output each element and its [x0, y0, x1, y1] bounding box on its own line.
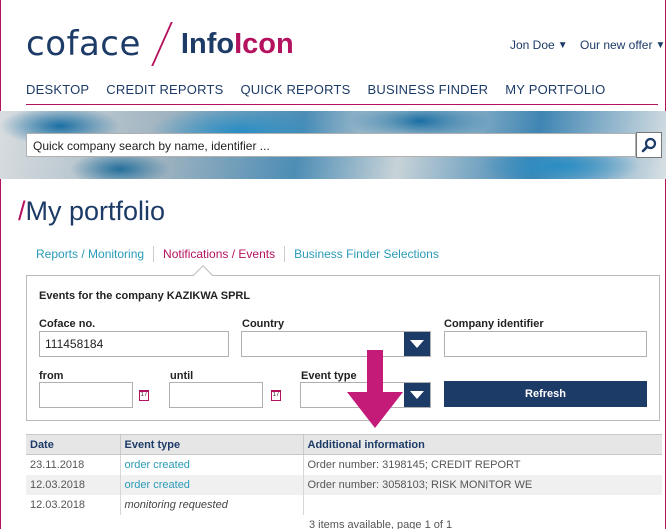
logo-product-icon: Icon [234, 27, 294, 60]
nav-desktop[interactable]: DESKTOP [26, 82, 89, 97]
tab-notifications-events[interactable]: Notifications / Events [163, 247, 275, 261]
pagination-status: 3 items available, page 1 of 1 [309, 519, 453, 529]
logo-product-info: Info [180, 27, 235, 60]
tab-business-finder-selections[interactable]: Business Finder Selections [294, 247, 439, 261]
events-table: Date Event type Additional information 2… [26, 434, 662, 515]
search-icon [641, 137, 657, 153]
logo-slash [151, 22, 173, 66]
page-title: /My portfolio [18, 196, 165, 227]
cell-date: 23.11.2018 [26, 454, 121, 475]
calendar-icon[interactable]: 17 [139, 390, 149, 401]
refresh-button[interactable]: Refresh [444, 381, 647, 407]
company-identifier-label: Company identifier [444, 318, 544, 330]
column-header-event-type[interactable]: Event type [120, 434, 304, 455]
cell-date: 12.03.2018 [26, 494, 121, 515]
user-menu[interactable]: Jon Doe ▼ [510, 38, 568, 52]
coface-no-label: Coface no. [39, 318, 96, 330]
until-date-label: until [170, 370, 194, 382]
main-nav: DESKTOP CREDIT REPORTS QUICK REPORTS BUS… [26, 82, 622, 97]
panel-title: Events for the company KAZIKWA SPRL [39, 290, 251, 302]
cell-event-type[interactable]: order created [120, 474, 304, 495]
company-identifier-input[interactable] [444, 331, 647, 357]
until-date-input[interactable] [169, 382, 263, 408]
logo-brand: coface [26, 24, 141, 64]
search-button[interactable] [636, 132, 662, 158]
from-date-label: from [39, 370, 64, 382]
title-text: My portfolio [25, 196, 166, 226]
nav-my-portfolio[interactable]: MY PORTFOLIO [505, 82, 605, 97]
nav-credit-reports[interactable]: CREDIT REPORTS [106, 82, 223, 97]
cell-event-type[interactable]: order created [120, 454, 304, 475]
table-header-row: Date Event type Additional information [26, 434, 662, 455]
table-row: 23.11.2018 order created Order number: 3… [26, 454, 662, 475]
offer-menu[interactable]: Our new offer ▼ [580, 38, 665, 52]
caret-down-icon: ▼ [557, 39, 568, 51]
nav-divider [26, 104, 658, 105]
tab-reports-monitoring[interactable]: Reports / Monitoring [36, 247, 144, 261]
coface-infoicon-logo[interactable]: coface Info Icon [26, 22, 294, 66]
column-header-date[interactable]: Date [26, 434, 121, 455]
nav-business-finder[interactable]: BUSINESS FINDER [367, 82, 488, 97]
cell-event-type: monitoring requested [120, 494, 304, 515]
from-date-input[interactable] [39, 382, 133, 408]
offer-label: Our new offer [580, 38, 653, 52]
table-row: 12.03.2018 order created Order number: 3… [26, 474, 662, 495]
arrow-down-icon [347, 350, 403, 428]
cell-additional-info: Order number: 3198145; CREDIT REPORT [307, 458, 521, 471]
cell-date: 12.03.2018 [26, 474, 121, 495]
title-slash: / [18, 196, 26, 226]
column-header-additional-info[interactable]: Additional information [303, 434, 662, 455]
portfolio-tabs: Reports / Monitoring Notifications / Eve… [36, 246, 439, 262]
nav-quick-reports[interactable]: QUICK REPORTS [240, 82, 350, 97]
tab-separator [284, 246, 286, 262]
tab-separator [153, 246, 155, 262]
user-name: Jon Doe [510, 38, 555, 52]
table-row: 12.03.2018 monitoring requested [26, 494, 662, 515]
chevron-down-icon [404, 383, 430, 407]
calendar-icon[interactable]: 17 [271, 390, 281, 401]
cell-additional-info: Order number: 3058103; RISK MONITOR WE [303, 474, 662, 495]
country-label: Country [242, 318, 285, 330]
coface-no-input[interactable]: 111458184 [39, 331, 229, 357]
caret-down-icon: ▼ [655, 39, 666, 51]
cell-additional-info [303, 495, 662, 515]
quick-search-input[interactable]: Quick company search by name, identifier… [26, 133, 636, 157]
chevron-down-icon [404, 332, 430, 356]
